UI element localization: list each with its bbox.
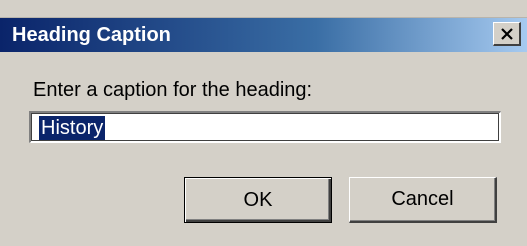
cancel-button-label: Cancel: [391, 188, 454, 210]
ok-button-label: OK: [243, 188, 273, 211]
caption-input-value[interactable]: History: [39, 116, 106, 140]
close-icon: [500, 27, 513, 40]
close-button[interactable]: [493, 22, 521, 46]
caption-input[interactable]: History: [29, 111, 501, 143]
ok-button[interactable]: OK: [184, 177, 332, 223]
cancel-button[interactable]: Cancel: [349, 177, 497, 223]
window-top-strip: [0, 0, 527, 18]
title-bar[interactable]: Heading Caption: [0, 18, 527, 52]
caption-prompt-label: Enter a caption for the heading:: [33, 79, 313, 101]
dialog-window: Heading Caption Enter a caption for the …: [0, 0, 527, 246]
dialog-title: Heading Caption: [12, 24, 171, 46]
